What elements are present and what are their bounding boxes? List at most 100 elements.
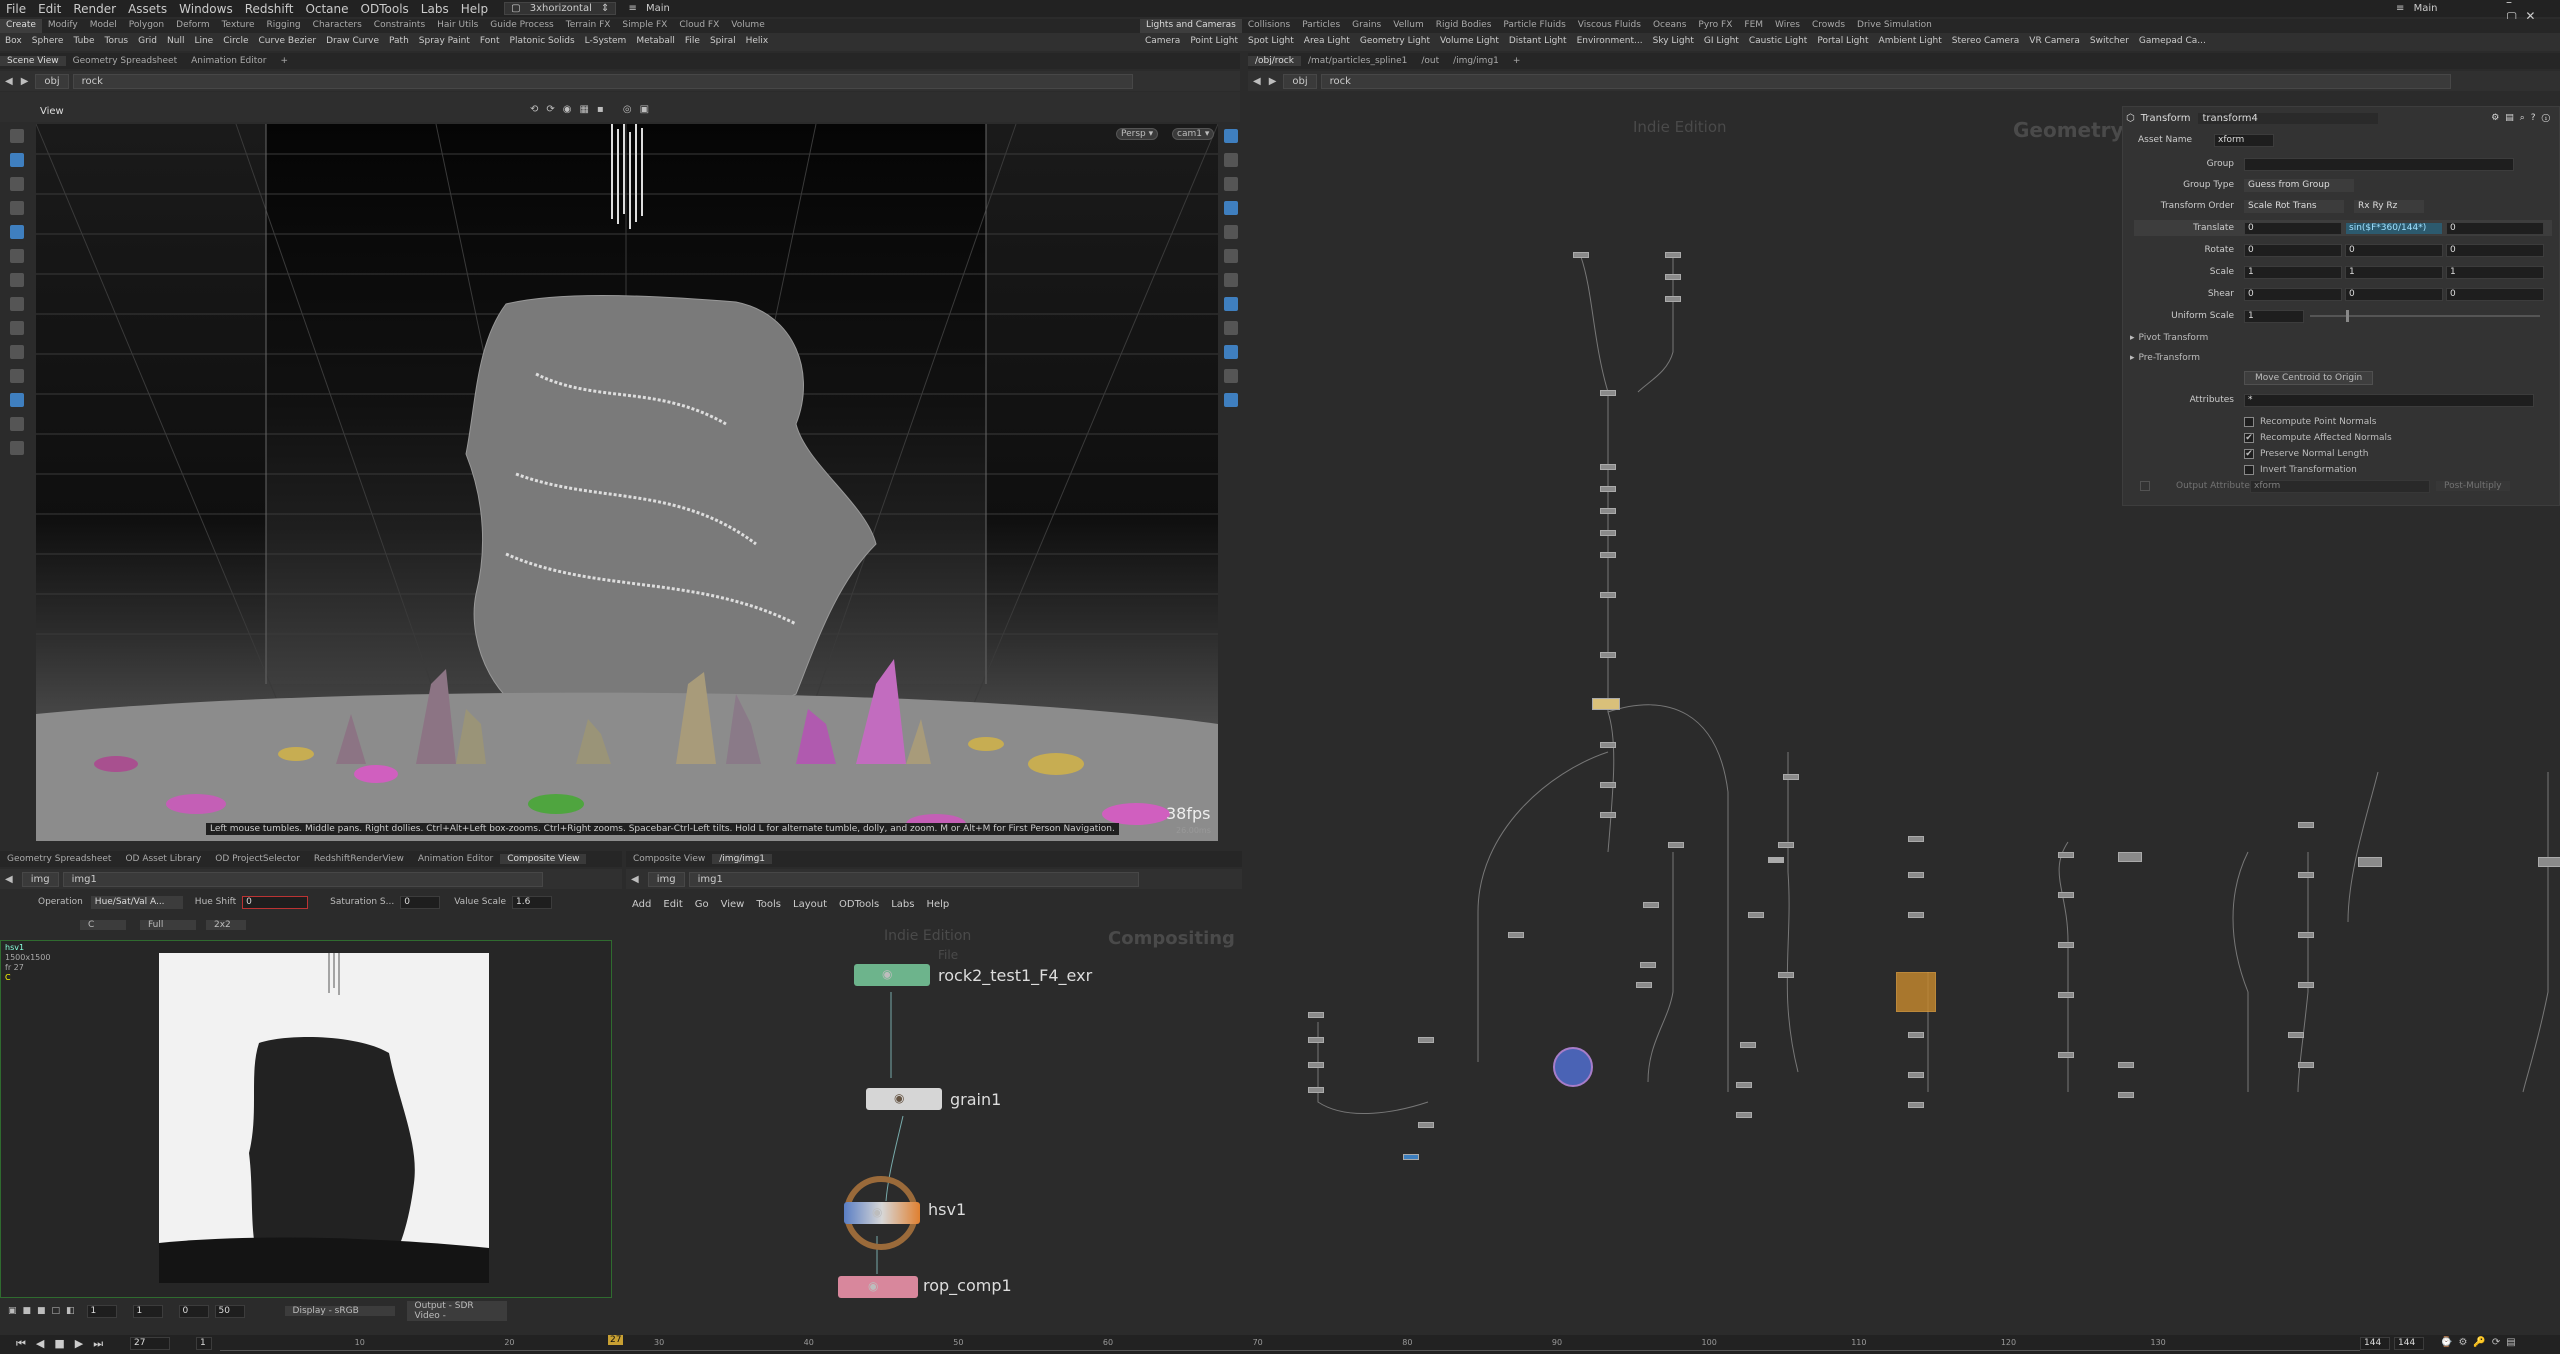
value-scale-field[interactable]: 1.6	[512, 895, 552, 909]
network-node[interactable]	[1573, 252, 1589, 258]
selected-network-node[interactable]	[1592, 698, 1620, 710]
network-node[interactable]	[1908, 1032, 1924, 1038]
right-main-select[interactable]: ≡ Main	[2390, 3, 2449, 14]
shelf-tool[interactable]: Portal Light	[1812, 36, 1873, 46]
img-menu-item[interactable]: Add	[626, 899, 657, 910]
bg-icon[interactable]	[1224, 345, 1238, 359]
shelf-tool[interactable]: Sphere	[27, 36, 69, 46]
shelf-tool[interactable]: Distant Light	[1504, 36, 1572, 46]
network-node[interactable]	[1908, 1102, 1924, 1108]
back-icon[interactable]: ◀	[0, 76, 18, 87]
network-node[interactable]	[1778, 842, 1794, 848]
shelf-tool[interactable]: Metaball	[631, 36, 680, 46]
network-node[interactable]	[1600, 486, 1616, 492]
light-icon[interactable]	[1224, 321, 1238, 335]
persp-select[interactable]: Persp ▾	[1116, 128, 1159, 140]
img-menu-item[interactable]: Tools	[750, 899, 787, 910]
network-node[interactable]	[2118, 1092, 2134, 1098]
add-tab-icon-right[interactable]: +	[1506, 56, 1528, 66]
network-node[interactable]	[2298, 932, 2314, 938]
shelf-tab[interactable]: Constraints	[368, 19, 431, 33]
network-node[interactable]	[1418, 1122, 1434, 1128]
tab-obj-rock[interactable]: /obj/rock	[1248, 56, 1301, 66]
shelf-tool[interactable]: Geometry Light	[1355, 36, 1435, 46]
shelf-tab[interactable]: Terrain FX	[560, 19, 617, 33]
shelf-tab[interactable]: FEM	[1738, 19, 1769, 33]
img-network-editor[interactable]: Indie Edition File Compositing ◉ rock2_t…	[626, 916, 1242, 1334]
shelf-tab[interactable]: Cloud FX	[673, 19, 725, 33]
network-node[interactable]	[2058, 942, 2074, 948]
network-node[interactable]	[1308, 1062, 1324, 1068]
network-node[interactable]	[1908, 912, 1924, 918]
rotate-x[interactable]: 0	[2244, 243, 2342, 257]
network-node[interactable]	[2288, 1032, 2304, 1038]
hue-shift-field[interactable]: 0	[242, 895, 309, 909]
tab-geometry-spreadsheet[interactable]: Geometry Spreadsheet	[66, 56, 184, 66]
img-menu-item[interactable]: View	[715, 899, 751, 910]
menu-redshift[interactable]: Redshift	[239, 2, 300, 16]
menu-file[interactable]: File	[0, 2, 32, 16]
shelf-tab[interactable]: Characters	[307, 19, 368, 33]
img-menu-item[interactable]: ODTools	[833, 899, 885, 910]
post-multiply-menu[interactable]: Post-Multiply	[2436, 481, 2510, 491]
comp-zero-field[interactable]: 0	[178, 1304, 209, 1318]
net-path-rock[interactable]: rock	[1320, 73, 2451, 89]
attributes-field[interactable]: *	[2244, 393, 2534, 407]
network-node[interactable]	[1908, 836, 1924, 842]
shelf-tool[interactable]: Line	[189, 36, 218, 46]
translate-x[interactable]: 0	[2244, 221, 2342, 235]
tab-scene-view[interactable]: Scene View	[0, 56, 66, 66]
shelf-tab[interactable]: Rigid Bodies	[1430, 19, 1498, 33]
shelf-tab[interactable]: Oceans	[1647, 19, 1692, 33]
shelf-tool[interactable]: GI Light	[1699, 36, 1744, 46]
network-node[interactable]	[1736, 1112, 1752, 1118]
network-node[interactable]	[1308, 1037, 1324, 1043]
transform-order-menu[interactable]: Scale Rot Trans	[2244, 199, 2344, 213]
display-menu[interactable]: Display - sRGB	[284, 1306, 395, 1316]
menu-assets[interactable]: Assets	[122, 2, 173, 16]
shelf-tab[interactable]: Viscous Fluids	[1572, 19, 1647, 33]
forward-icon[interactable]: ▶	[18, 76, 32, 87]
shelf-tool[interactable]: Point Light	[1185, 36, 1243, 46]
shelf-tool[interactable]: Font	[475, 36, 505, 46]
shelf-tab[interactable]: Pyro FX	[1692, 19, 1738, 33]
network-node[interactable]	[2538, 857, 2560, 867]
network-node[interactable]	[1665, 274, 1681, 280]
shelf-tool[interactable]: Volume Light	[1435, 36, 1504, 46]
rotate-z[interactable]: 0	[2446, 243, 2544, 257]
shelf-tool[interactable]: File	[680, 36, 705, 46]
timeline-right-icons[interactable]: ⌚⚙🔑⟳▤	[2440, 1337, 2522, 1348]
network-node[interactable]	[2118, 1062, 2134, 1068]
shelf-tool[interactable]: Grid	[133, 36, 162, 46]
render-region-icon[interactable]	[10, 393, 24, 407]
tab-geo-spreadsheet-2[interactable]: Geometry Spreadsheet	[0, 854, 118, 864]
node-name-field[interactable]: transform4	[2198, 112, 2379, 124]
shelf-tool[interactable]: Spray Paint	[414, 36, 475, 46]
comp-path-img[interactable]: img	[21, 871, 59, 887]
shelf-tab[interactable]: Polygon	[123, 19, 170, 33]
add-tab-icon[interactable]: +	[274, 56, 296, 66]
shelf-tool[interactable]: Curve Bezier	[254, 36, 322, 46]
scale-tool-icon[interactable]	[10, 201, 24, 215]
comp-path-img1[interactable]: img1	[62, 871, 543, 887]
menu-edit[interactable]: Edit	[32, 2, 67, 16]
menu-labs[interactable]: Labs	[415, 2, 455, 16]
shelf-tool[interactable]: Null	[162, 36, 189, 46]
network-node[interactable]	[1308, 1087, 1324, 1093]
network-node[interactable]	[1643, 902, 1659, 908]
playback-controls[interactable]: ⏮◀■▶⏭	[16, 1337, 113, 1351]
grid-icon[interactable]	[1224, 369, 1238, 383]
network-node[interactable]	[2298, 822, 2314, 828]
shelf-tool[interactable]: Area Light	[1299, 36, 1355, 46]
shelf-tool[interactable]: Tube	[68, 36, 99, 46]
menu-odtools[interactable]: ODTools	[355, 2, 415, 16]
tab-od-asset-library[interactable]: OD Asset Library	[118, 854, 208, 864]
shelf-tab[interactable]: Deform	[170, 19, 215, 33]
network-node[interactable]	[1736, 1082, 1752, 1088]
network-node[interactable]	[2058, 1052, 2074, 1058]
shelf-tool[interactable]: Switcher	[2085, 36, 2134, 46]
shelf-tool[interactable]: VR Camera	[2024, 36, 2085, 46]
display-options-icons[interactable]: ⟲⟳◉▦▪ ◎▣	[530, 104, 657, 115]
img-back-icon[interactable]: ◀	[626, 874, 644, 885]
comp-step-field[interactable]: 1	[132, 1304, 163, 1318]
